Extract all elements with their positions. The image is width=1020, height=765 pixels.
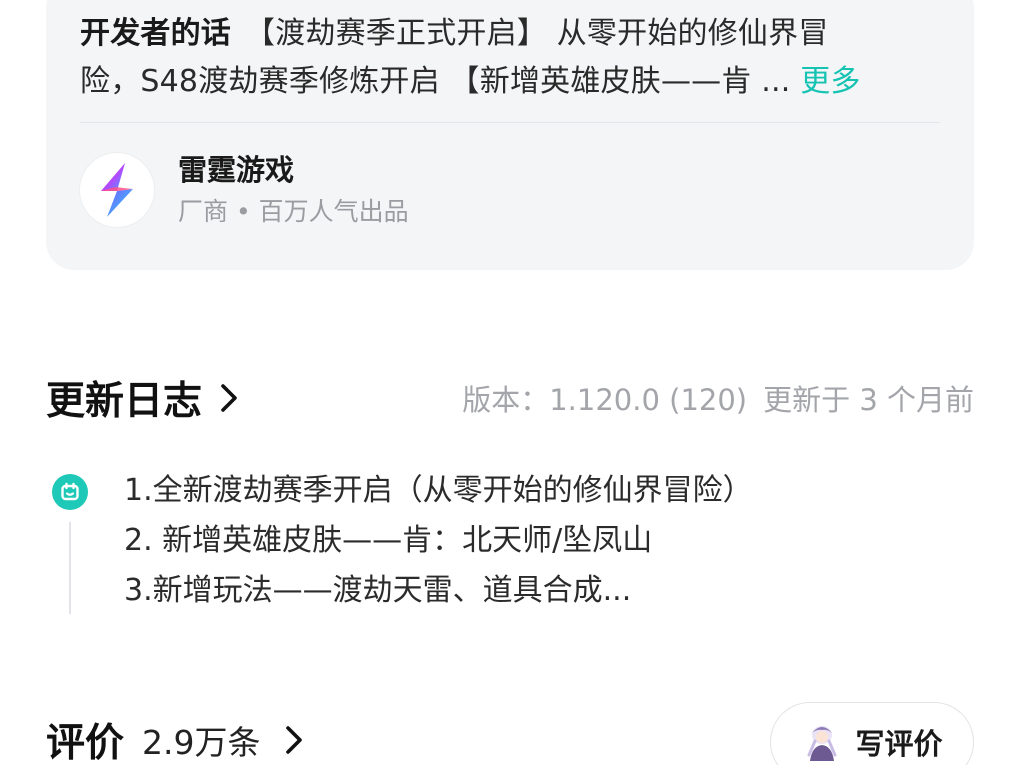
developer-note-line-2: 险，S48渡劫赛季修炼开启 【新增英雄皮肤——肯 ... 更多 (80, 58, 950, 106)
update-log-title-group[interactable]: 更新日志 (46, 370, 238, 426)
updated-time: 更新于 3 个月前 (763, 383, 974, 417)
reviews-count: 2.9万条 (142, 723, 261, 762)
developer-note-title: 开发者的话 (80, 16, 231, 51)
developer-note-card[interactable]: 开发者的话 【渡劫赛季正式开启】 从零开始的修仙界冒 险，S48渡劫赛季修炼开启 … (46, 0, 974, 270)
update-log-line-2: 2. 新增英雄皮肤——肯：北天师/坠凤山 (124, 523, 653, 558)
developer-note-text[interactable]: 开发者的话 【渡劫赛季正式开启】 从零开始的修仙界冒 险，S48渡劫赛季修炼开启 … (80, 10, 950, 106)
avatar-icon (801, 721, 843, 763)
reviews-title: 评价 (46, 721, 125, 765)
developer-note-line-1: 开发者的话 【渡劫赛季正式开启】 从零开始的修仙界冒 (80, 10, 950, 58)
write-review-button[interactable]: 写评价 (770, 702, 974, 765)
write-review-label: 写评价 (855, 727, 943, 761)
calendar-icon (52, 474, 88, 510)
lightning-bolt-icon (80, 153, 154, 227)
developer-note-content-1: 【渡劫赛季正式开启】 从零开始的修仙界冒 (245, 16, 829, 51)
timeline-line (69, 522, 71, 614)
publisher-row[interactable]: 雷霆游戏 厂商 • 百万人气出品 (80, 152, 409, 228)
version-number: 版本：1.120.0 (120) (462, 383, 748, 417)
chevron-right-icon (285, 725, 303, 755)
update-log-line-1: 1.全新渡劫赛季开启（从零开始的修仙界冒险） (124, 473, 753, 508)
update-log-line-3: 3.新增玩法——渡劫天雷、道具合成... (124, 573, 632, 608)
developer-note-content-2: 险，S48渡劫赛季修炼开启 【新增英雄皮肤——肯 ... (80, 64, 801, 99)
publisher-name: 雷霆游戏 (178, 153, 295, 187)
update-log-lines: 1.全新渡劫赛季开启（从零开始的修仙界冒险） 2. 新增英雄皮肤——肯：北天师/… (124, 466, 753, 616)
update-log-body[interactable]: 1.全新渡劫赛季开启（从零开始的修仙界冒险） 2. 新增英雄皮肤——肯：北天师/… (46, 464, 974, 624)
update-log-title: 更新日志 (46, 379, 203, 424)
card-divider (80, 122, 940, 123)
publisher-info: 雷霆游戏 厂商 • 百万人气出品 (178, 150, 409, 230)
update-log-header[interactable]: 更新日志 版本：1.120.0 (120) 更新于 3 个月前 (46, 368, 974, 428)
more-link[interactable]: 更多 (800, 64, 860, 99)
reviews-header: 评价 2.9万条 写评价 (46, 700, 974, 765)
reviews-title-group[interactable]: 评价 2.9万条 (46, 712, 303, 765)
app-detail-page: 开发者的话 【渡劫赛季正式开启】 从零开始的修仙界冒 险，S48渡劫赛季修炼开启 … (0, 0, 1020, 765)
version-info: 版本：1.120.0 (120) 更新于 3 个月前 (462, 377, 974, 419)
publisher-subtitle: 厂商 • 百万人气出品 (178, 197, 409, 226)
chevron-right-icon (220, 383, 238, 413)
